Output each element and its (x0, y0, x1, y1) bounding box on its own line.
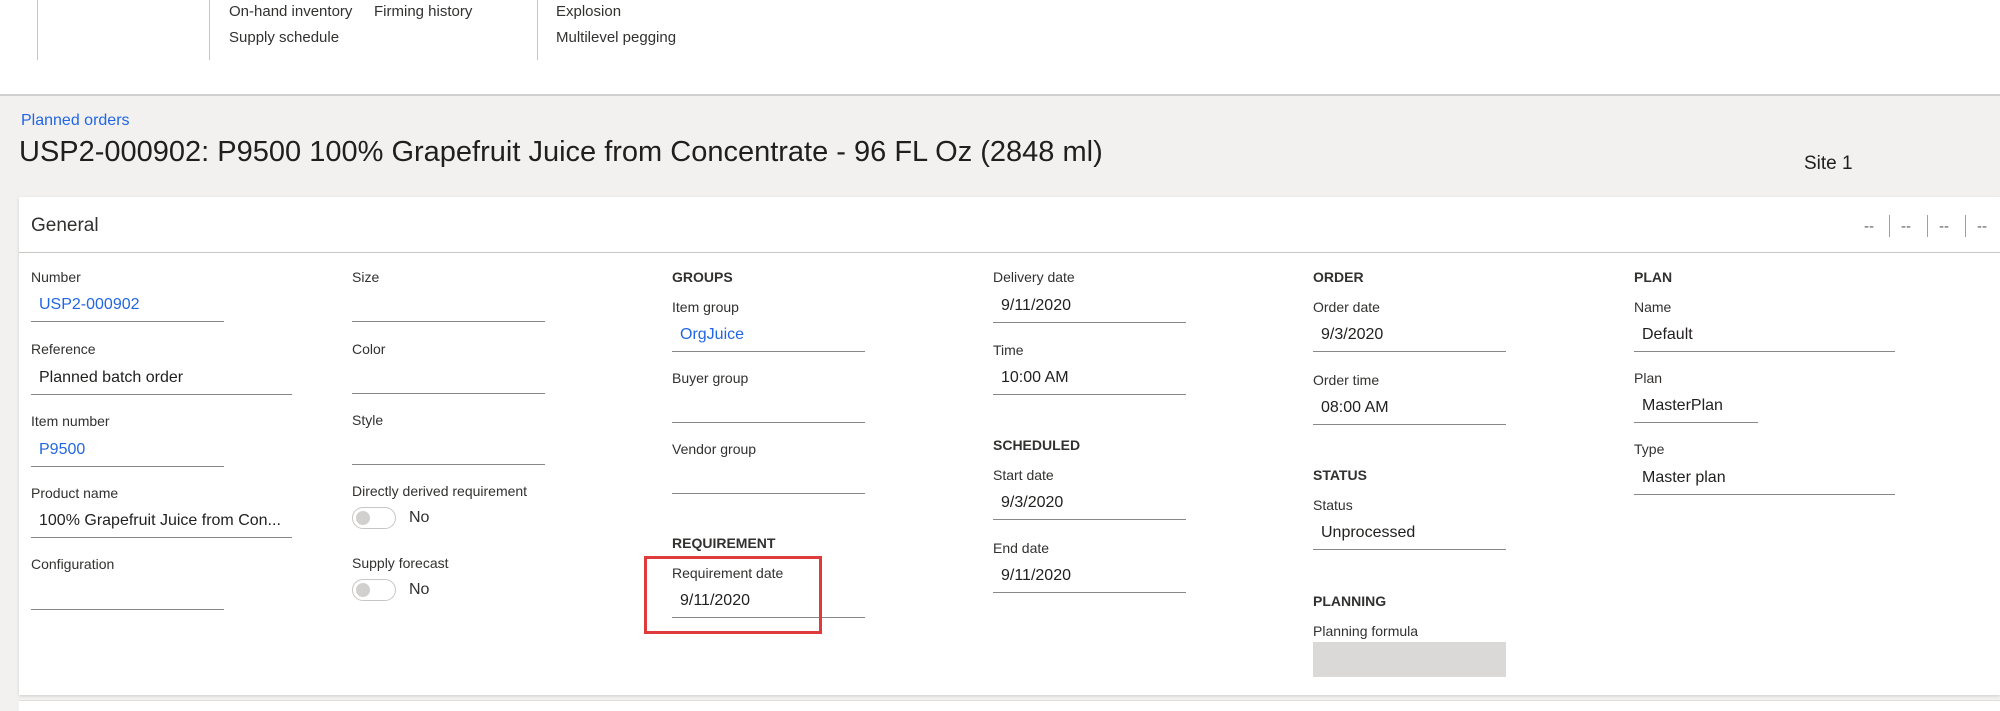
ribbon-divider (209, 0, 210, 60)
ribbon-divider (37, 0, 38, 60)
summary-separator (1889, 215, 1890, 237)
vendor-group-field[interactable] (672, 464, 865, 494)
plan-field[interactable]: MasterPlan (1634, 393, 1758, 423)
start-date-field[interactable]: 9/3/2020 (993, 490, 1186, 520)
configuration-field[interactable] (31, 580, 224, 610)
toggle-knob (356, 583, 370, 597)
order-time-field[interactable]: 08:00 AM (1313, 395, 1506, 425)
supply-forecast-label: Supply forecast (352, 555, 449, 571)
status-field[interactable]: Unprocessed (1313, 520, 1506, 550)
end-date-label: End date (993, 540, 1050, 556)
plan-label: Plan (1634, 370, 1663, 386)
product-name-field[interactable]: 100% Grapefruit Juice from Con... (31, 508, 292, 538)
vendor-group-label: Vendor group (672, 441, 757, 457)
general-header[interactable]: General -- -- -- -- (19, 197, 2000, 253)
configuration-label: Configuration (31, 556, 115, 572)
order-heading: ORDER (1313, 269, 1364, 285)
order-date-field[interactable]: 9/3/2020 (1313, 322, 1506, 352)
item-group-label: Item group (672, 299, 739, 315)
supply-forecast-value: No (409, 581, 430, 598)
color-field[interactable] (352, 364, 545, 394)
name-label: Name (1634, 299, 1672, 315)
summary-field: -- (1939, 218, 1949, 235)
item-group-field[interactable]: OrgJuice (672, 322, 865, 352)
item-number-label: Item number (31, 413, 110, 429)
plan-name-field[interactable]: Default (1634, 322, 1895, 352)
buyer-group-field[interactable] (672, 393, 865, 423)
page-title: USP2-000902: P9500 100% Grapefruit Juice… (19, 136, 1103, 168)
planning-formula-field (1313, 642, 1506, 677)
summary-field: -- (1864, 218, 1874, 235)
time-field[interactable]: 10:00 AM (993, 365, 1186, 395)
directly-derived-label: Directly derived requirement (352, 483, 528, 499)
supply-forecast-toggle[interactable] (352, 579, 396, 601)
size-field[interactable] (352, 292, 545, 322)
next-fasttab-edge (19, 700, 2000, 711)
summary-field: -- (1977, 218, 1987, 235)
buyer-group-label: Buyer group (672, 370, 749, 386)
summary-separator (1927, 215, 1928, 237)
supply-schedule-button[interactable]: Supply schedule (229, 29, 339, 46)
planning-formula-label: Planning formula (1313, 623, 1419, 639)
directly-derived-value: No (409, 509, 430, 526)
explosion-button[interactable]: Explosion (556, 3, 621, 20)
summary-field: -- (1901, 218, 1911, 235)
groups-heading: GROUPS (672, 269, 733, 285)
general-title: General (31, 215, 99, 236)
firming-history-button[interactable]: Firming history (374, 3, 472, 20)
ribbon-divider (537, 0, 538, 60)
number-field[interactable]: USP2-000902 (31, 292, 224, 322)
status-heading: STATUS (1313, 467, 1367, 483)
toggle-knob (356, 511, 370, 525)
reference-label: Reference (31, 341, 96, 357)
delivery-date-label: Delivery date (993, 269, 1075, 285)
planning-heading: PLANNING (1313, 593, 1387, 609)
order-date-label: Order date (1313, 299, 1380, 315)
item-number-field[interactable]: P9500 (31, 437, 224, 467)
breadcrumb-planned-orders[interactable]: Planned orders (21, 112, 130, 130)
type-label: Type (1634, 441, 1665, 457)
number-label: Number (31, 269, 81, 285)
start-date-label: Start date (993, 467, 1054, 483)
reference-field[interactable]: Planned batch order (31, 365, 292, 395)
directly-derived-toggle[interactable] (352, 507, 396, 529)
type-field[interactable]: Master plan (1634, 465, 1895, 495)
size-label: Size (352, 269, 380, 285)
multilevel-pegging-button[interactable]: Multilevel pegging (556, 29, 676, 46)
delivery-date-field[interactable]: 9/11/2020 (993, 293, 1186, 323)
site-label: Site 1 (1804, 153, 1853, 174)
color-label: Color (352, 341, 386, 357)
product-name-label: Product name (31, 485, 119, 501)
status-label: Status (1313, 497, 1353, 513)
summary-separator (1965, 215, 1966, 237)
scheduled-heading: SCHEDULED (993, 437, 1081, 453)
on-hand-inventory-button[interactable]: On-hand inventory (229, 3, 352, 20)
plan-heading: PLAN (1634, 269, 1673, 285)
requirement-date-highlight (644, 556, 822, 634)
requirement-heading: REQUIREMENT (672, 535, 776, 551)
end-date-field[interactable]: 9/11/2020 (993, 563, 1186, 593)
style-field[interactable] (352, 435, 545, 465)
order-time-label: Order time (1313, 372, 1380, 388)
action-ribbon: On-hand inventory Supply schedule Firmin… (0, 0, 2000, 96)
style-label: Style (352, 412, 384, 428)
time-label: Time (993, 342, 1024, 358)
